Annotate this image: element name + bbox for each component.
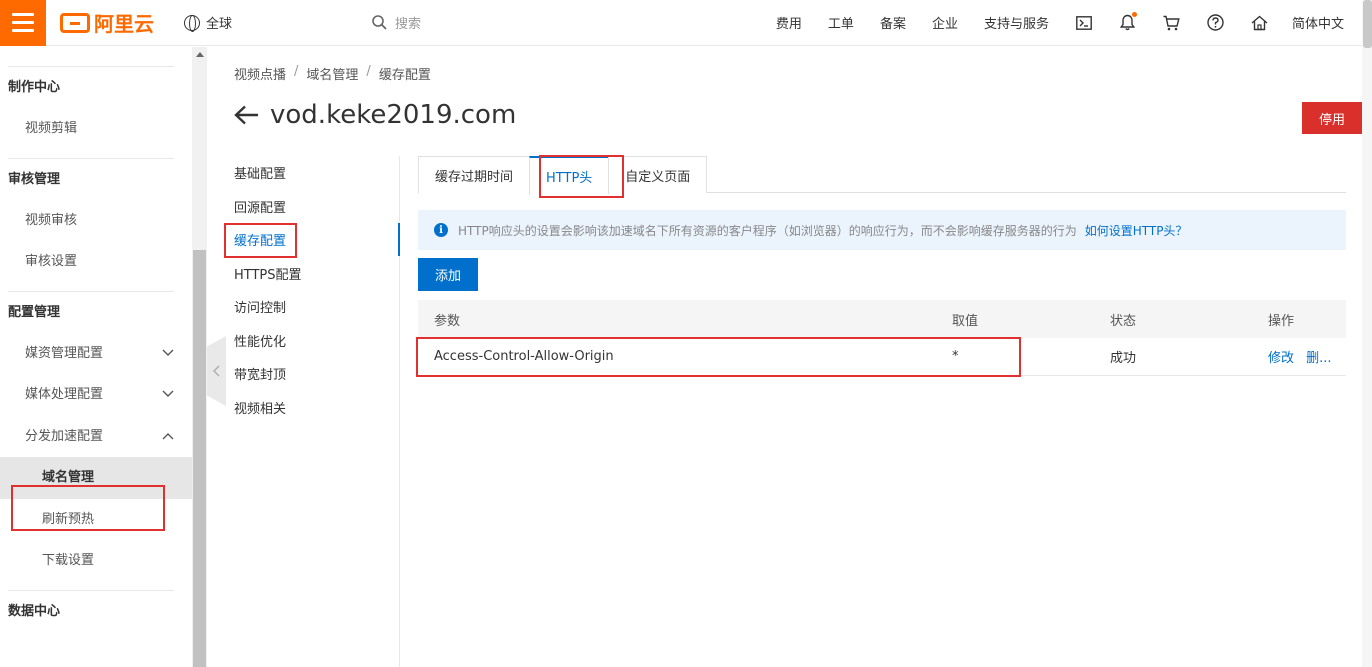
sidebar-scrollbar-thumb[interactable] xyxy=(193,250,206,667)
language-selector[interactable]: 简体中文 xyxy=(1292,13,1344,32)
region-label: 全球 xyxy=(206,17,233,32)
tab-cache-expiry[interactable]: 缓存过期时间 xyxy=(418,156,531,193)
sidebar-item-label: 媒资管理配置 xyxy=(25,345,104,361)
nav-enterprise[interactable]: 企业 xyxy=(932,13,958,32)
edit-link[interactable]: 修改 xyxy=(1268,351,1294,366)
subnav-https-config[interactable]: HTTPS配置 xyxy=(220,259,399,293)
subnav-access-control[interactable]: 访问控制 xyxy=(220,292,399,326)
sidebar-group-config: 配置管理 xyxy=(8,304,61,320)
subnav-cache-config[interactable]: 缓存配置 xyxy=(220,225,399,259)
breadcrumb: 视频点播 / 域名管理 / 缓存配置 xyxy=(234,64,431,83)
sidebar-item-video-review[interactable]: 视频审核 xyxy=(0,200,192,242)
scroll-up-arrow-icon[interactable] xyxy=(196,52,204,57)
page-scrollbar-thumb[interactable] xyxy=(1363,0,1372,48)
how-to-set-http-header-link[interactable]: 如何设置HTTP头？ xyxy=(1085,222,1188,239)
menu-icon[interactable] xyxy=(0,0,46,46)
notice-text: HTTP响应头的设置会影响该加速域名下所有资源的客户程序（如浏览器）的响应行为，… xyxy=(458,223,1077,238)
chevron-left-icon xyxy=(213,365,220,377)
cell-value: * xyxy=(952,349,959,364)
add-button[interactable]: 添加 xyxy=(418,258,478,291)
breadcrumb-item[interactable]: 视频点播 xyxy=(234,64,286,83)
help-icon[interactable] xyxy=(1207,14,1225,32)
sidebar-item-label: 媒体处理配置 xyxy=(25,387,104,402)
search-box[interactable]: 搜索 xyxy=(372,13,672,32)
domain-config-subnav: 基础配置 回源配置 缓存配置 HTTPS配置 访问控制 性能优化 带宽封顶 视频… xyxy=(220,156,400,667)
page-title: vod.keke2019.com xyxy=(270,100,517,130)
breadcrumb-separator: / xyxy=(294,64,299,79)
home-icon[interactable] xyxy=(1251,14,1269,32)
sidebar-group-review: 审核管理 xyxy=(8,171,61,187)
table-header: 参数 取值 状态 操作 xyxy=(418,300,1346,338)
sidebar-group-production: 制作中心 xyxy=(8,80,61,95)
sidebar-item-media-processing-config[interactable]: 媒体处理配置 xyxy=(0,374,192,416)
nav-support[interactable]: 支持与服务 xyxy=(984,13,1049,32)
cart-icon[interactable] xyxy=(1163,14,1181,32)
cell-status: 成功 xyxy=(1110,351,1137,366)
sidebar-item-domain-management[interactable]: 域名管理 xyxy=(0,457,192,499)
sidebar-item-distribution-config[interactable]: 分发加速配置 xyxy=(0,416,192,458)
column-header-status: 状态 xyxy=(1110,313,1137,329)
column-header-actions: 操作 xyxy=(1268,313,1295,329)
logo-text: 阿里云 xyxy=(94,12,154,36)
cell-actions: 修改 删... xyxy=(1252,347,1346,366)
nav-icp-filing[interactable]: 备案 xyxy=(880,13,906,32)
left-sidebar: 制作中心 视频剪辑 审核管理 视频审核 审核设置 配置管理 媒资管理配置 媒体处… xyxy=(0,47,192,667)
notification-dot xyxy=(1131,11,1137,17)
logo-mark-icon xyxy=(60,12,90,33)
arrow-left-icon[interactable] xyxy=(234,105,260,125)
disable-domain-button[interactable]: 停用 xyxy=(1302,102,1362,134)
cache-config-tabs: 缓存过期时间 HTTP头 自定义页面 xyxy=(418,156,1346,194)
sidebar-item-media-asset-config[interactable]: 媒资管理配置 xyxy=(0,333,192,375)
sidebar-item-download-settings[interactable]: 下载设置 xyxy=(0,540,192,582)
subnav-video-related[interactable]: 视频相关 xyxy=(220,393,399,427)
table-row: Access-Control-Allow-Origin * 成功 修改 删... xyxy=(418,338,1346,376)
nav-fees[interactable]: 费用 xyxy=(776,13,802,32)
sidebar-item-review-settings[interactable]: 审核设置 xyxy=(0,241,192,283)
info-notice: i HTTP响应头的设置会影响该加速域名下所有资源的客户程序（如浏览器）的响应行… xyxy=(418,210,1346,250)
breadcrumb-item: 缓存配置 xyxy=(378,68,431,83)
column-header-param: 参数 xyxy=(434,313,461,329)
subnav-basic-config[interactable]: 基础配置 xyxy=(220,158,399,192)
page-header: vod.keke2019.com xyxy=(234,100,516,130)
nav-tickets[interactable]: 工单 xyxy=(828,13,854,32)
chevron-down-icon xyxy=(162,390,174,397)
delete-link[interactable]: 删... xyxy=(1306,351,1331,366)
subnav-performance[interactable]: 性能优化 xyxy=(220,326,399,360)
terminal-icon[interactable] xyxy=(1075,14,1093,32)
sidebar-group-data-center: 数据中心 xyxy=(8,603,61,619)
cell-param: Access-Control-Allow-Origin xyxy=(434,349,614,364)
chevron-up-icon xyxy=(162,432,174,439)
column-header-value: 取值 xyxy=(952,313,979,329)
region-selector[interactable]: 全球 xyxy=(184,13,232,32)
subnav-origin-config[interactable]: 回源配置 xyxy=(220,192,399,226)
info-icon: i xyxy=(434,223,448,237)
breadcrumb-separator: / xyxy=(366,64,371,79)
page-scrollbar[interactable] xyxy=(1362,0,1372,667)
chevron-down-icon xyxy=(162,349,174,356)
sidebar-item-refresh-preload[interactable]: 刷新预热 xyxy=(0,499,192,541)
top-nav-links: 费用 工单 备案 企业 支持与服务 简体中文 xyxy=(763,0,1372,46)
tab-http-header[interactable]: HTTP头 xyxy=(529,156,610,194)
search-icon xyxy=(372,15,387,30)
http-header-table: 参数 取值 状态 操作 Access-Control-Allow-Origin … xyxy=(418,300,1346,376)
subnav-active-marker xyxy=(398,223,400,256)
top-navigation-bar: 阿里云 全球 搜索 费用 工单 备案 企业 支持与服务 简体中文 xyxy=(0,0,1372,46)
breadcrumb-item[interactable]: 域名管理 xyxy=(306,64,358,83)
subnav-bandwidth-cap[interactable]: 带宽封顶 xyxy=(220,359,399,393)
globe-icon xyxy=(184,14,200,32)
bell-icon[interactable] xyxy=(1119,11,1137,32)
sidebar-item-video-editing[interactable]: 视频剪辑 xyxy=(0,108,192,150)
search-placeholder: 搜索 xyxy=(395,17,422,32)
tab-custom-page[interactable]: 自定义页面 xyxy=(608,156,708,193)
aliyun-logo[interactable]: 阿里云 xyxy=(60,8,154,37)
sidebar-item-label: 分发加速配置 xyxy=(25,428,104,444)
